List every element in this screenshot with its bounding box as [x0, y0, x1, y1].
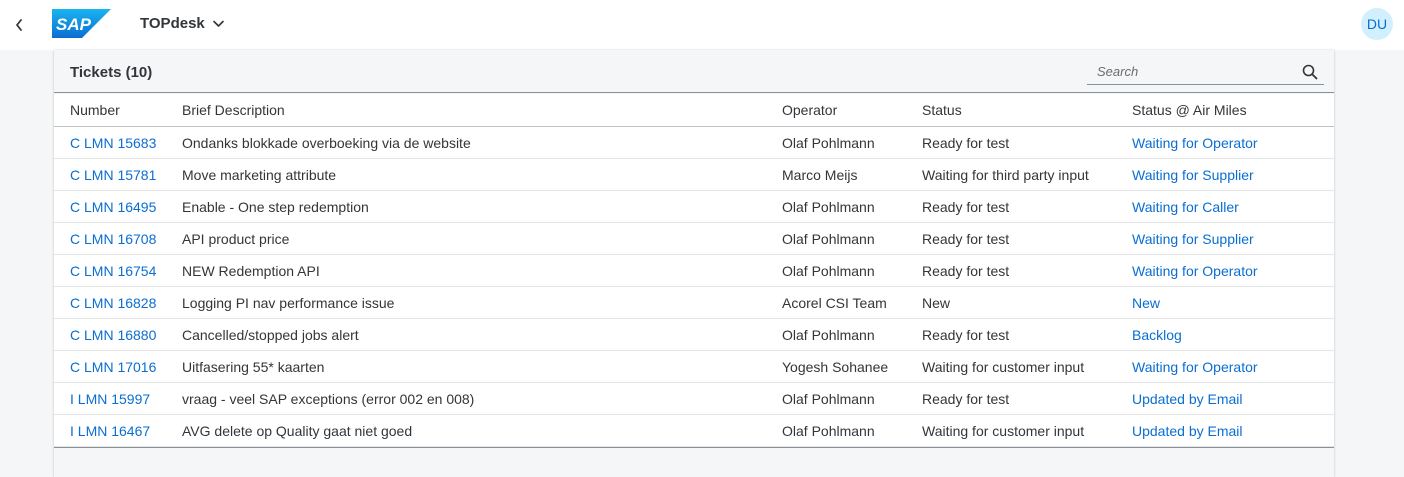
ticket-operator: Yogesh Sohanee [782, 358, 889, 375]
ticket-description: Cancelled/stopped jobs alert [182, 326, 359, 343]
ticket-airmiles-status-link[interactable]: Waiting for Caller [1132, 191, 1239, 222]
ticket-status: New [922, 294, 951, 311]
ticket-status: Ready for test [922, 390, 1010, 407]
table-row[interactable]: C LMN 16828 Logging PI nav performance is… [54, 287, 1334, 319]
ticket-number-link[interactable]: C LMN 15781 [70, 159, 156, 190]
table-row[interactable]: C LMN 17016 Uitfasering 55* kaarten Yogesh… [54, 351, 1334, 383]
ticket-description: Logging PI nav performance issue [182, 294, 395, 311]
ticket-operator: Olaf Pohlmann [782, 198, 875, 215]
ticket-description: NEW Redemption API [182, 262, 320, 279]
chevron-down-icon [212, 20, 224, 28]
ticket-description: AVG delete op Quality gaat niet goed [182, 422, 413, 439]
ticket-airmiles-status-link[interactable]: Waiting for Supplier [1132, 159, 1254, 190]
ticket-number-link[interactable]: C LMN 16828 [70, 287, 156, 318]
app-title-menu[interactable]: TOPdesk [140, 15, 224, 32]
ticket-airmiles-status-link[interactable]: Waiting for Operator [1132, 255, 1258, 286]
column-header-number: Number [70, 102, 120, 118]
ticket-status: Ready for test [922, 262, 1010, 279]
sap-logo: SAP [52, 9, 111, 43]
ticket-status: Ready for test [922, 326, 1010, 343]
ticket-airmiles-status-link[interactable]: Waiting for Operator [1132, 127, 1258, 158]
ticket-status: Ready for test [922, 134, 1010, 151]
ticket-description: Ondanks blokkade overboeking via de webs… [182, 134, 471, 151]
ticket-description: Enable - One step redemption [182, 198, 369, 215]
search-input[interactable] [1087, 64, 1287, 79]
ticket-operator: Marco Meijs [782, 166, 858, 183]
tickets-panel: Tickets (10) Number Brief Description Op… [54, 50, 1334, 477]
ticket-status: Waiting for third party input [922, 166, 1089, 183]
table-row[interactable]: C LMN 16880 Cancelled/stopped jobs alert O… [54, 319, 1334, 351]
table-title: Tickets (10) [70, 64, 153, 81]
column-header-description: Brief Description [182, 102, 285, 118]
tickets-table: Number Brief Description Operator Status… [54, 94, 1334, 448]
ticket-number-link[interactable]: C LMN 16708 [70, 223, 156, 254]
ticket-operator: Olaf Pohlmann [782, 422, 875, 439]
table-row[interactable]: I LMN 15997 vraag - veel SAP exceptions (… [54, 383, 1334, 415]
ticket-airmiles-status-link[interactable]: Updated by Email [1132, 415, 1243, 446]
ticket-airmiles-status-link[interactable]: Waiting for Supplier [1132, 223, 1254, 254]
table-row[interactable]: C LMN 16754 NEW Redemption API Olaf Pohlma… [54, 255, 1334, 287]
ticket-operator: Olaf Pohlmann [782, 262, 875, 279]
ticket-number-link[interactable]: C LMN 16880 [70, 319, 156, 350]
ticket-operator: Acorel CSI Team [782, 294, 887, 311]
ticket-status: Waiting for customer input [922, 422, 1085, 439]
table-header-row: Number Brief Description Operator Status… [54, 94, 1334, 127]
ticket-operator: Olaf Pohlmann [782, 326, 875, 343]
ticket-number-link[interactable]: I LMN 16467 [70, 415, 150, 446]
ticket-status: Waiting for customer input [922, 358, 1085, 375]
ticket-status: Ready for test [922, 230, 1010, 247]
ticket-description: Move marketing attribute [182, 166, 337, 183]
ticket-airmiles-status-link[interactable]: Updated by Email [1132, 383, 1243, 414]
search-field[interactable] [1087, 59, 1324, 85]
column-header-status: Status [922, 102, 962, 118]
table-body: C LMN 15683 Ondanks blokkade overboeking … [54, 127, 1334, 448]
ticket-number-link[interactable]: C LMN 16754 [70, 255, 156, 286]
ticket-operator: Olaf Pohlmann [782, 134, 875, 151]
table-row[interactable]: C LMN 16708 API product price Olaf Pohlman… [54, 223, 1334, 255]
column-header-operator: Operator [782, 102, 838, 118]
shell-bar: SAP TOPdesk DU [0, 0, 1404, 50]
table-row[interactable]: I LMN 16467 AVG delete op Quality gaat ni… [54, 415, 1334, 447]
ticket-number-link[interactable]: C LMN 16495 [70, 191, 156, 222]
ticket-airmiles-status-link[interactable]: Waiting for Operator [1132, 351, 1258, 382]
table-row[interactable]: C LMN 15683 Ondanks blokkade overboeking … [54, 127, 1334, 159]
user-avatar[interactable]: DU [1361, 8, 1393, 40]
ticket-description: Uitfasering 55* kaarten [182, 358, 325, 375]
ticket-airmiles-status-link[interactable]: Backlog [1132, 319, 1182, 350]
ticket-operator: Olaf Pohlmann [782, 230, 875, 247]
ticket-description: vraag - veel SAP exceptions (error 002 e… [182, 390, 475, 407]
column-header-status-air-miles: Status @ Air Miles [1132, 102, 1247, 118]
ticket-number-link[interactable]: I LMN 15997 [70, 383, 150, 414]
table-row[interactable]: C LMN 15781 Move marketing attribute Marco… [54, 159, 1334, 191]
ticket-number-link[interactable]: C LMN 15683 [70, 127, 156, 158]
back-button[interactable] [8, 12, 30, 38]
ticket-description: API product price [182, 230, 290, 247]
ticket-operator: Olaf Pohlmann [782, 390, 875, 407]
ticket-status: Ready for test [922, 198, 1010, 215]
app-title: TOPdesk [140, 15, 205, 32]
search-icon[interactable] [1302, 64, 1318, 85]
svg-text:SAP: SAP [56, 15, 92, 34]
ticket-airmiles-status-link[interactable]: New [1132, 287, 1160, 318]
chevron-left-icon [16, 19, 22, 31]
table-row[interactable]: C LMN 16495 Enable - One step redemption O… [54, 191, 1334, 223]
ticket-number-link[interactable]: C LMN 17016 [70, 351, 156, 382]
table-toolbar: Tickets (10) [54, 50, 1334, 93]
